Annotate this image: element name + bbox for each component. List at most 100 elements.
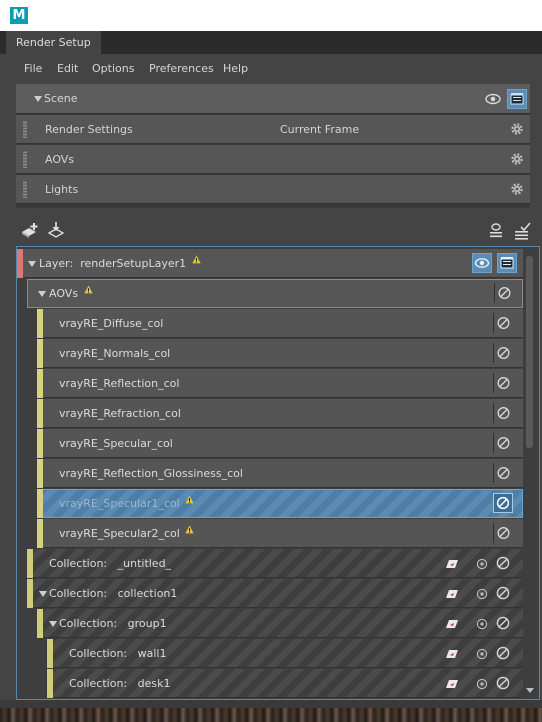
checklist-icon[interactable] (512, 221, 532, 241)
aov-color-marker (37, 519, 43, 548)
collection-prefix: Collection: (49, 587, 108, 600)
menu-options[interactable]: Options (92, 54, 134, 84)
tab-render-setup[interactable]: Render Setup (6, 31, 101, 54)
aov-row[interactable]: vrayRE_Refraction_col (37, 399, 523, 428)
disable-icon[interactable] (493, 613, 513, 633)
collection-filter-icon[interactable] (445, 558, 459, 570)
menu-file[interactable]: File (24, 54, 42, 84)
collection-name: wall1 (137, 647, 167, 660)
disable-button[interactable] (493, 493, 513, 513)
isolate-target-icon[interactable] (476, 558, 488, 570)
collection-filter-icon[interactable] (445, 588, 459, 600)
scrollbar-thumb[interactable] (526, 256, 533, 448)
layer-renderable-button[interactable] (497, 253, 517, 273)
disable-icon[interactable] (493, 643, 513, 663)
layer-stack-icon[interactable] (486, 221, 506, 241)
aov-row[interactable]: vrayRE_Reflection_col (37, 369, 523, 398)
menu-help[interactable]: Help (223, 54, 248, 84)
disable-icon (496, 496, 510, 510)
collection-name: desk1 (137, 677, 171, 690)
scene-row-aovs[interactable]: AOVs (16, 145, 530, 174)
menu-edit[interactable]: Edit (57, 54, 78, 84)
aov-color-marker (37, 459, 43, 488)
isolate-target-icon[interactable] (476, 678, 488, 690)
scene-row-label: Lights (45, 183, 79, 196)
import-icon[interactable] (46, 221, 66, 241)
warning-icon (185, 525, 194, 534)
disable-icon[interactable] (493, 433, 513, 453)
aovs-group-row[interactable]: AOVs (27, 279, 523, 308)
render-layer-toggle-button[interactable] (507, 89, 527, 109)
aovs-title: AOVs (49, 287, 79, 300)
isolate-target-icon[interactable] (476, 618, 488, 630)
warning-icon (83, 285, 93, 294)
collection-prefix: Collection: (69, 677, 128, 690)
scene-panel: Scene Render Settings Current Frame AOVs (16, 84, 530, 208)
disable-icon[interactable] (493, 553, 513, 573)
gear-icon[interactable] (510, 152, 524, 166)
aov-row[interactable]: vrayRE_Reflection_Glossiness_col (37, 459, 523, 488)
tree-scrollbar[interactable] (524, 248, 536, 698)
maya-logo-icon: M (10, 7, 28, 24)
collection-row[interactable]: Collection: _untitled_ (27, 549, 523, 578)
expand-triangle-icon[interactable] (38, 291, 46, 297)
render-setup-toolbar (0, 214, 542, 246)
aov-name: vrayRE_Refraction_col (59, 407, 181, 420)
collection-filter-icon[interactable] (445, 618, 459, 630)
disable-icon[interactable] (493, 523, 513, 543)
warning-icon (192, 255, 201, 264)
window-titlebar: M (0, 0, 542, 31)
expand-triangle-icon[interactable] (39, 591, 47, 597)
scene-row-lights[interactable]: Lights (16, 175, 530, 204)
visibility-eye-icon[interactable] (483, 89, 503, 109)
collection-row[interactable]: Collection: group1 (37, 609, 523, 638)
panel-tabbar: Render Setup (0, 31, 542, 54)
disable-icon[interactable] (493, 403, 513, 423)
disable-icon[interactable] (493, 463, 513, 483)
disable-icon[interactable] (493, 373, 513, 393)
aov-color-marker (37, 489, 43, 518)
scene-header[interactable]: Scene (16, 84, 530, 114)
layer-visibility-button[interactable] (472, 253, 492, 273)
isolate-target-icon[interactable] (476, 588, 488, 600)
collection-filter-icon[interactable] (445, 648, 459, 660)
disable-icon[interactable] (494, 283, 514, 303)
disable-icon[interactable] (493, 583, 513, 603)
disable-icon[interactable] (493, 313, 513, 333)
aov-row[interactable]: vrayRE_Specular2_col (37, 519, 523, 548)
menu-preferences[interactable]: Preferences (149, 54, 214, 84)
gear-icon[interactable] (510, 182, 524, 196)
expand-triangle-icon[interactable] (34, 96, 42, 102)
scene-row-label: AOVs (45, 153, 75, 166)
collection-row[interactable]: Collection: desk1 (47, 669, 523, 698)
visibility-eye-icon (474, 258, 490, 268)
expand-triangle-icon[interactable] (28, 261, 36, 267)
aov-row[interactable]: vrayRE_Normals_col (37, 339, 523, 368)
collection-prefix: Collection: (69, 647, 128, 660)
menu-bar: File Edit Options Preferences Help (0, 54, 542, 84)
collection-prefix: Collection: (59, 617, 118, 630)
collection-filter-icon[interactable] (445, 678, 459, 690)
expand-triangle-icon[interactable] (49, 621, 57, 627)
scroll-down-arrow-icon[interactable] (526, 688, 534, 693)
collection-name: collection1 (117, 587, 178, 600)
aov-name: vrayRE_Specular_col (59, 437, 173, 450)
create-render-layer-icon[interactable] (20, 221, 40, 241)
layer-row[interactable]: Layer: renderSetupLayer1 (17, 249, 523, 278)
drag-grip-icon[interactable] (23, 181, 27, 198)
clapper-icon (500, 257, 514, 269)
aov-row-selected[interactable]: vrayRE_Specular1_col (37, 489, 523, 518)
disable-icon[interactable] (493, 673, 513, 693)
collection-color-marker (27, 579, 33, 608)
aov-row[interactable]: vrayRE_Specular_col (37, 429, 523, 458)
isolate-target-icon[interactable] (476, 648, 488, 660)
drag-grip-icon[interactable] (23, 151, 27, 168)
drag-grip-icon[interactable] (23, 121, 27, 138)
disable-icon[interactable] (493, 343, 513, 363)
collection-row[interactable]: Collection: collection1 (27, 579, 523, 608)
scene-row-render-settings[interactable]: Render Settings Current Frame (16, 115, 530, 144)
aov-row[interactable]: vrayRE_Diffuse_col (37, 309, 523, 338)
gear-icon[interactable] (510, 122, 524, 136)
collection-color-marker (47, 639, 53, 668)
collection-row[interactable]: Collection: wall1 (47, 639, 523, 668)
